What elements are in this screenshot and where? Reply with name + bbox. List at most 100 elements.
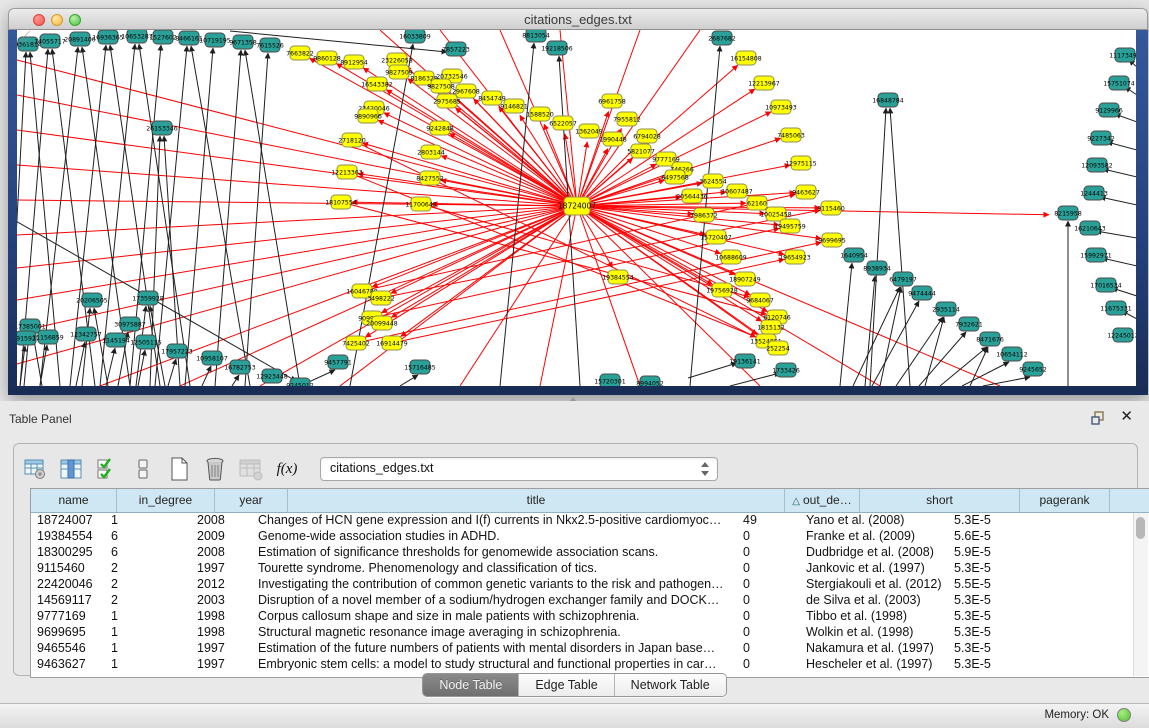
window-titlebar[interactable]: citations_edges.txt (8, 8, 1148, 30)
table-row[interactable]: 946554611997Estimation of the future num… (31, 640, 1134, 656)
table-row[interactable]: 1872400712008Changes of HCN gene express… (31, 512, 1134, 528)
graph-node-label: 10654112 (996, 351, 1028, 358)
graph-node-label: 252254 (766, 345, 790, 352)
graph-node-label: 18724007 (558, 201, 596, 210)
table-cell: 6 (105, 544, 191, 560)
graph-node-label: 19218506 (541, 45, 573, 52)
show-columns-button[interactable] (58, 457, 84, 481)
tab-node-table[interactable]: Node Table (423, 674, 519, 696)
status-bar: Memory: OK (0, 703, 1149, 728)
table-cell: 5.3E-5 (948, 592, 1026, 608)
graph-node-label: 6497568 (661, 174, 689, 181)
graph-node-label: 8994052 (636, 380, 664, 386)
table-cell: Genome-wide association studies in ADHD. (252, 528, 737, 544)
column-header-short[interactable]: short (860, 489, 1020, 512)
graph-node-label: 2718120 (338, 137, 366, 144)
float-panel-icon[interactable] (1091, 411, 1105, 425)
column-header-label: short (926, 493, 953, 507)
tab-network-table[interactable]: Network Table (615, 674, 726, 696)
close-panel-icon[interactable]: ✕ (1120, 409, 1133, 425)
table-cell: 6 (105, 528, 191, 544)
table-panel-body: f(x) citations_edges.txt namein_degreeye… (0, 436, 1149, 703)
graph-node-label: 20891406 (64, 36, 96, 43)
graph-node-label: 12213363 (331, 169, 363, 176)
table-cell: 1998 (191, 624, 252, 640)
table-cell: Investigating the contribution of common… (252, 576, 737, 592)
table-cell: 5.9E-5 (948, 544, 1026, 560)
column-header-in_degree[interactable]: in_degree (117, 489, 215, 512)
graph-node-label: 1527602 (149, 34, 177, 41)
function-builder-button[interactable]: f(x) (274, 457, 300, 481)
table-cell: 9465546 (31, 640, 105, 656)
network-view-frame: 9361814140557172089140616936365106532871… (8, 30, 1148, 395)
table-vertical-scrollbar[interactable] (1133, 513, 1148, 676)
table-row[interactable]: 2242004622012Investigating the contribut… (31, 576, 1134, 592)
graph-node-label: 6794028 (633, 133, 661, 140)
table-cell: 18300295 (31, 544, 105, 560)
graph-node-label: 17957223 (161, 348, 193, 355)
table-row[interactable]: 946362711997Embryonic stem cells: a mode… (31, 656, 1134, 672)
table-row[interactable]: 1456911722003Disruption of a novel membe… (31, 592, 1134, 608)
import-table-button-disabled[interactable] (238, 457, 264, 481)
graph-node-label: 8912954 (340, 59, 368, 66)
table-row[interactable]: 911546021997Tourette syndrome. Phenomeno… (31, 560, 1134, 576)
table-cell: 0 (737, 528, 800, 544)
table-cell: Corpus callosum shape and size in male p… (252, 608, 737, 624)
table-cell: Tibbo et al. (1998) (800, 608, 948, 624)
graph-node-label: 9457791 (324, 359, 352, 366)
graph-node-label: 20206505 (76, 297, 108, 304)
table-cell: Hescheler et al. (1997) (800, 656, 948, 672)
window-title: citations_edges.txt (9, 12, 1147, 27)
graph-node-label: 18107554 (325, 199, 357, 206)
graph-node-label: 20564436 (676, 193, 708, 200)
table-cell: 1997 (191, 560, 252, 576)
graph-node-label: 15720407 (700, 234, 732, 241)
resize-grip-icon[interactable] (17, 30, 31, 44)
table-settings-button[interactable] (22, 457, 48, 481)
table-selector-dropdown[interactable]: citations_edges.txt (320, 457, 718, 481)
graph-node-label: 1815132 (757, 324, 785, 331)
graph-node-label: 1244413 (1080, 190, 1108, 197)
graph-node-label: 16033809 (399, 33, 431, 40)
graph-node-label: 6522057 (549, 120, 577, 127)
table-cell: 1997 (191, 640, 252, 656)
graph-node-label: 9890966 (354, 113, 382, 120)
citation-network-graph[interactable]: 9361814140557172089140616936365106532871… (17, 30, 1136, 386)
graph-node-label: 12213967 (748, 80, 780, 87)
table-row[interactable]: 969969511998Structural magnetic resonanc… (31, 624, 1134, 640)
graph-node-label: 10653287 (121, 33, 153, 40)
create-table-button[interactable] (166, 457, 192, 481)
table-cell: 0 (737, 592, 800, 608)
graph-node-label: 9474444 (908, 290, 936, 297)
unselect-rows-button[interactable] (130, 457, 156, 481)
table-tabs-bar: Node Table Edge Table Network Table (0, 673, 1149, 699)
table-cell: 2009 (191, 528, 252, 544)
graph-node-label: 7663822 (286, 50, 314, 57)
graph-node-label: 15751074 (1103, 80, 1135, 87)
graph-node-label: 18907249 (729, 276, 761, 283)
column-header-out_de[interactable]: △out_de… (785, 489, 860, 512)
column-header-pagerank[interactable]: pagerank (1020, 489, 1110, 512)
table-cell: Embryonic stem cells: a model to study s… (252, 656, 737, 672)
table-row[interactable]: 977716911998Corpus callosum shape and si… (31, 608, 1134, 624)
table-row[interactable]: 1938455462009Genome-wide association stu… (31, 528, 1134, 544)
column-header-year[interactable]: year (215, 489, 288, 512)
show-columns-icon (59, 457, 83, 481)
column-header-title[interactable]: title (288, 489, 785, 512)
graph-node-label: 8813054 (522, 32, 550, 39)
graph-node-label: 1990448 (599, 136, 627, 143)
graph-node-label: 9115460 (817, 205, 845, 212)
table-cell: Estimation of significance thresholds fo… (252, 544, 737, 560)
table-cell: 2 (105, 560, 191, 576)
graph-node-label: 62160 (747, 200, 767, 207)
delete-table-button[interactable] (202, 457, 228, 481)
graph-node-label: 9245652 (1019, 366, 1047, 373)
graph-node-label: 15992971 (1080, 252, 1112, 259)
table-row[interactable]: 1830029562008Estimation of significance … (31, 544, 1134, 560)
scrollbar-thumb[interactable] (1136, 517, 1145, 539)
network-canvas[interactable]: 9361814140557172089140616936365106532871… (17, 30, 1136, 386)
table-cell: 2 (105, 576, 191, 592)
tab-edge-table[interactable]: Edge Table (519, 674, 614, 696)
column-header-name[interactable]: name (31, 489, 117, 512)
select-all-columns-button[interactable] (94, 457, 120, 481)
